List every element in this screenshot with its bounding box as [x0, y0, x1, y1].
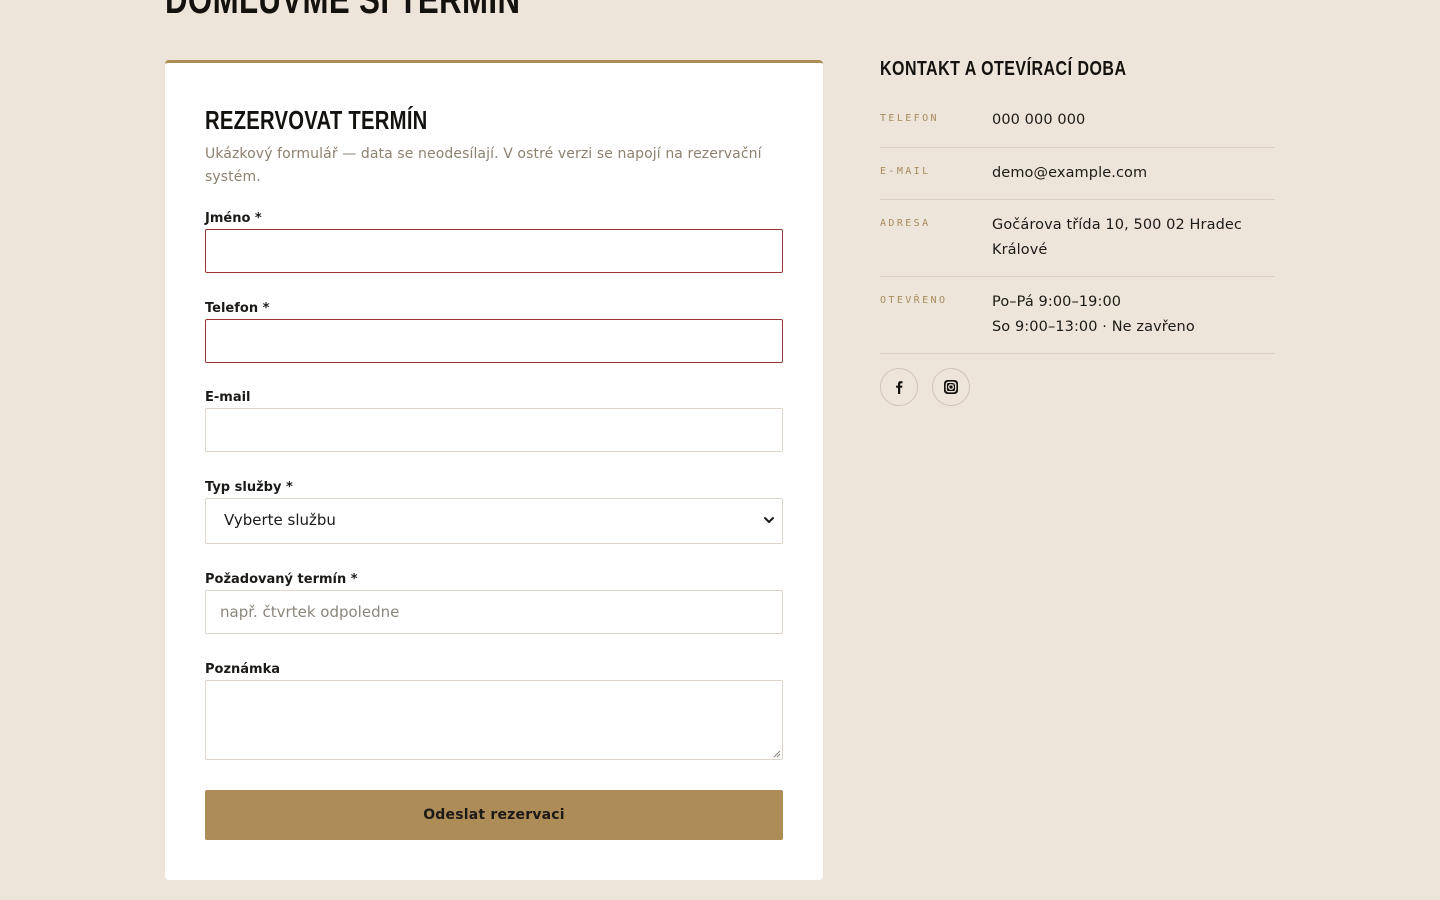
- service-label: Typ služby *: [205, 480, 293, 495]
- contact-key: E-MAIL: [880, 165, 931, 177]
- form-title: REZERVOVAT TERMÍN: [205, 105, 428, 135]
- resize-grip-icon[interactable]: [772, 749, 781, 758]
- page-heading: DOMLUVME SI TERMÍN: [165, 0, 521, 22]
- contact-row-hours: OTEVŘENO Po–Pá 9:00–19:00 So 9:00–13:00 …: [880, 290, 1275, 354]
- name-field-group: Jméno *: [205, 211, 783, 273]
- contact-key: OTEVŘENO: [880, 295, 948, 306]
- phone-label: Telefon *: [205, 301, 270, 316]
- term-input[interactable]: [205, 590, 783, 634]
- term-field-group: Požadovaný termín *: [205, 572, 783, 634]
- contact-row-phone: TELEFON 000 000 000: [880, 108, 1275, 148]
- phone-input[interactable]: [205, 319, 783, 363]
- facebook-icon: [896, 381, 903, 394]
- service-field-group: Typ služby * Vyberte službu: [205, 480, 783, 544]
- name-input[interactable]: [205, 229, 783, 273]
- form-subtitle: Ukázkový formulář — data se neodesílají.…: [205, 146, 762, 185]
- facebook-link[interactable]: [880, 368, 918, 406]
- instagram-icon: [944, 380, 958, 394]
- service-select[interactable]: Vyberte službu: [205, 498, 783, 544]
- instagram-link[interactable]: [932, 368, 970, 406]
- contact-list: TELEFON 000 000 000 E-MAIL demo@example.…: [880, 108, 1275, 354]
- note-label: Poznámka: [205, 662, 281, 677]
- email-input[interactable]: [205, 408, 783, 452]
- submit-booking-button[interactable]: Odeslat rezervaci: [205, 790, 783, 840]
- phone-field-group: Telefon *: [205, 301, 783, 363]
- address-line: Králové: [992, 241, 1048, 258]
- note-textarea[interactable]: [205, 680, 783, 760]
- service-select-value: Vyberte službu: [224, 511, 336, 529]
- social-links: [880, 368, 1275, 406]
- booking-page: DOMLUVME SI TERMÍN REZERVOVAT TERMÍN Uká…: [0, 0, 1440, 900]
- note-field-group: Poznámka: [205, 662, 783, 760]
- contact-key: ADRESA: [880, 218, 931, 229]
- email-field-group: E-mail: [205, 390, 783, 452]
- address-line: Gočárova třída 10, 500 02 Hradec: [992, 217, 1242, 233]
- contact-panel: KONTAKT A OTEVÍRACÍ DOBA TELEFON 000 000…: [880, 58, 1275, 406]
- contact-title: KONTAKT A OTEVÍRACÍ DOBA: [880, 58, 1127, 80]
- phone-value[interactable]: 000 000 000: [992, 108, 1275, 133]
- contact-row-address: ADRESA Gočárova třída 10, 500 02 Hradec …: [880, 213, 1275, 277]
- email-value[interactable]: demo@example.com: [992, 161, 1275, 186]
- term-label: Požadovaný termín *: [205, 572, 358, 587]
- contact-value: demo@example.com: [992, 161, 1275, 186]
- contact-value: Po–Pá 9:00–19:00 So 9:00–13:00 · Ne zavř…: [992, 290, 1275, 339]
- contact-value: Gočárova třída 10, 500 02 Hradec Králové: [992, 213, 1275, 262]
- hours-line: So 9:00–13:00 · Ne zavřeno: [992, 318, 1195, 335]
- name-label: Jméno *: [205, 211, 262, 226]
- booking-form-card: REZERVOVAT TERMÍN Ukázkový formulář — da…: [165, 60, 823, 880]
- hours-line: Po–Pá 9:00–19:00: [992, 294, 1122, 310]
- contact-value: 000 000 000: [992, 108, 1275, 133]
- contact-row-email: E-MAIL demo@example.com: [880, 161, 1275, 200]
- contact-key: TELEFON: [880, 113, 939, 124]
- chevron-down-icon: [764, 517, 774, 523]
- email-label: E-mail: [205, 390, 251, 405]
